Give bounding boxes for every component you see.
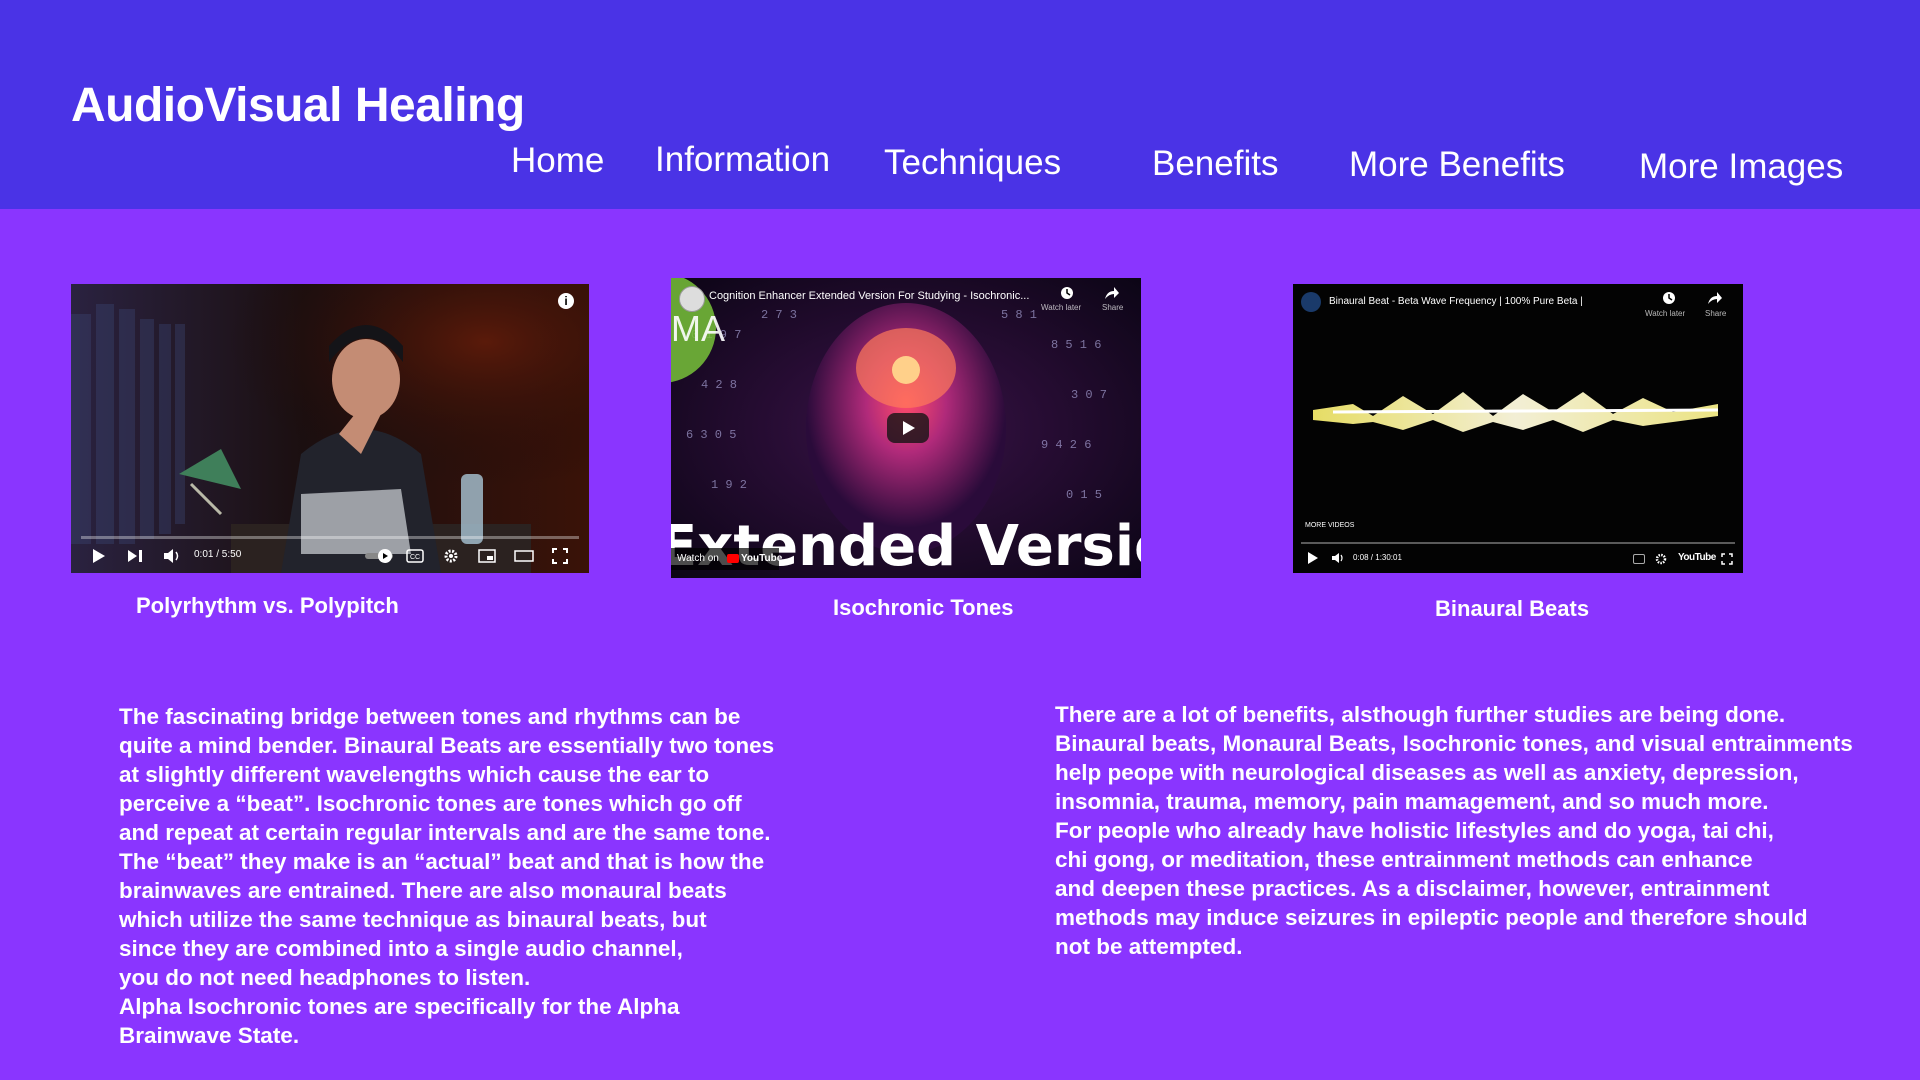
nav-more-images[interactable]: More Images	[1639, 147, 1843, 187]
text-line: help peope with neurological diseases as…	[1055, 760, 1799, 785]
clock-icon[interactable]	[1060, 286, 1074, 300]
svg-text:2 7 3: 2 7 3	[761, 308, 797, 322]
channel-badge: MA	[671, 308, 725, 349]
captions-icon[interactable]: CC	[406, 549, 424, 563]
text-line: at slightly different wavelengths which …	[119, 762, 710, 787]
clock-icon[interactable]	[1662, 291, 1676, 305]
video-thumbnail	[1293, 284, 1743, 573]
video-player-binaural[interactable]: Binaural Beat - Beta Wave Frequency | 10…	[1293, 284, 1743, 573]
text-line: not be attempted.	[1055, 934, 1243, 959]
watch-later-label[interactable]: Watch later	[1645, 309, 1685, 318]
time-display: 0:01 / 5:50	[194, 549, 242, 560]
svg-text:3 0 7: 3 0 7	[1071, 388, 1107, 402]
text-line: The fascinating bridge between tones and…	[119, 704, 741, 729]
progress-bar[interactable]	[1301, 542, 1735, 544]
miniplayer-icon[interactable]	[478, 549, 496, 563]
svg-text:CC: CC	[410, 554, 420, 561]
nav-more-benefits[interactable]: More Benefits	[1349, 145, 1565, 185]
autoplay-toggle[interactable]	[365, 548, 395, 564]
site-title: AudioVisual Healing	[71, 79, 525, 132]
site-header: AudioVisual Healing Home Information Tec…	[0, 0, 1920, 209]
info-icon[interactable]: i	[558, 293, 574, 309]
nav-information[interactable]: Information	[655, 140, 830, 180]
text-line: For people who already have holistic lif…	[1055, 818, 1774, 843]
nav-home[interactable]: Home	[511, 141, 604, 181]
svg-text:8 5 1 6: 8 5 1 6	[1051, 338, 1101, 352]
share-label[interactable]: Share	[1102, 303, 1123, 312]
text-line: and repeat at certain regular intervals …	[119, 820, 771, 845]
next-icon[interactable]	[127, 548, 143, 564]
theater-mode-icon[interactable]	[514, 549, 534, 563]
video-overlay-title[interactable]: Binaural Beat - Beta Wave Frequency | 10…	[1329, 296, 1583, 307]
svg-text:9 4 2 6: 9 4 2 6	[1041, 438, 1091, 452]
volume-icon[interactable]	[163, 548, 181, 564]
text-line: and deepen these practices. As a disclai…	[1055, 876, 1770, 901]
share-label[interactable]: Share	[1705, 309, 1726, 318]
nav-benefits[interactable]: Benefits	[1152, 144, 1278, 184]
youtube-wordmark: YouTube	[741, 553, 783, 564]
svg-text:4 2 8: 4 2 8	[701, 378, 737, 392]
video-overlay-title[interactable]: Cognition Enhancer Extended Version For …	[709, 290, 1039, 302]
svg-text:0 1 5: 0 1 5	[1066, 488, 1102, 502]
text-line: chi gong, or meditation, these entrainme…	[1055, 847, 1753, 872]
share-icon[interactable]	[1104, 286, 1120, 300]
video-player-polyrhythm[interactable]: i 0:01 / 5:50 CC	[71, 284, 589, 573]
play-icon[interactable]	[91, 548, 107, 564]
time-display: 0:08 / 1:30:01	[1353, 553, 1402, 562]
text-line: insomnia, trauma, memory, pain mamagemen…	[1055, 789, 1769, 814]
text-line: Brainwave State.	[119, 1023, 300, 1048]
text-line: The “beat” they make is an “actual” beat…	[119, 849, 765, 874]
play-icon[interactable]	[1307, 552, 1319, 564]
text-line: brainwaves are entrained. There are also…	[119, 878, 727, 903]
nav-techniques[interactable]: Techniques	[884, 143, 1061, 183]
text-line: you do not need headphones to listen.	[119, 965, 531, 990]
share-icon[interactable]	[1707, 291, 1723, 305]
watch-on-label: Watch on	[677, 553, 719, 564]
text-line: There are a lot of benefits, alsthough f…	[1055, 702, 1786, 727]
youtube-wordmark[interactable]: YouTube	[1678, 552, 1716, 563]
video-caption-isochronic: Isochronic Tones	[833, 595, 1014, 620]
video-thumbnail	[71, 284, 589, 573]
text-line: quite a mind bender. Binaural Beats are …	[119, 733, 775, 758]
text-line: since they are combined into a single au…	[119, 936, 683, 961]
more-videos-label[interactable]: MORE VIDEOS	[1305, 522, 1354, 529]
settings-gear-icon[interactable]	[443, 548, 459, 564]
youtube-logo-icon	[727, 554, 739, 563]
video-player-isochronic[interactable]: 0 1 9 74 2 86 3 0 5 1 9 28 5 1 63 0 7 9 …	[671, 278, 1141, 578]
fullscreen-icon[interactable]	[552, 548, 568, 564]
svg-text:6 3 0 5: 6 3 0 5	[686, 428, 736, 442]
watch-later-label[interactable]: Watch later	[1041, 303, 1081, 312]
svg-text:1 9 2: 1 9 2	[711, 478, 747, 492]
video-caption-polyrhythm: Polyrhythm vs. Polypitch	[136, 593, 399, 618]
text-line: methods may induce seizures in epileptic…	[1055, 905, 1808, 930]
text-line: Binaural beats, Monaural Beats, Isochron…	[1055, 731, 1853, 756]
text-line: which utilize the same technique as bina…	[119, 907, 707, 932]
information-paragraph: The fascinating bridge between tones and…	[119, 702, 774, 1050]
svg-text:5 8 1: 5 8 1	[1001, 308, 1037, 322]
watch-on-youtube[interactable]: Watch on YouTube	[671, 548, 783, 570]
fullscreen-icon[interactable]	[1721, 553, 1733, 565]
text-line: perceive a “beat”. Isochronic tones are …	[119, 791, 742, 816]
video-caption-binaural: Binaural Beats	[1435, 596, 1590, 621]
benefits-paragraph: There are a lot of benefits, alsthough f…	[1055, 700, 1853, 961]
play-icon	[903, 421, 915, 435]
settings-gear-icon[interactable]	[1655, 553, 1667, 565]
progress-bar[interactable]	[81, 536, 579, 539]
channel-avatar[interactable]	[1301, 292, 1321, 312]
captions-icon[interactable]	[1633, 554, 1645, 564]
text-line: Alpha Isochronic tones are specifically …	[119, 994, 680, 1019]
volume-icon[interactable]	[1331, 552, 1345, 564]
